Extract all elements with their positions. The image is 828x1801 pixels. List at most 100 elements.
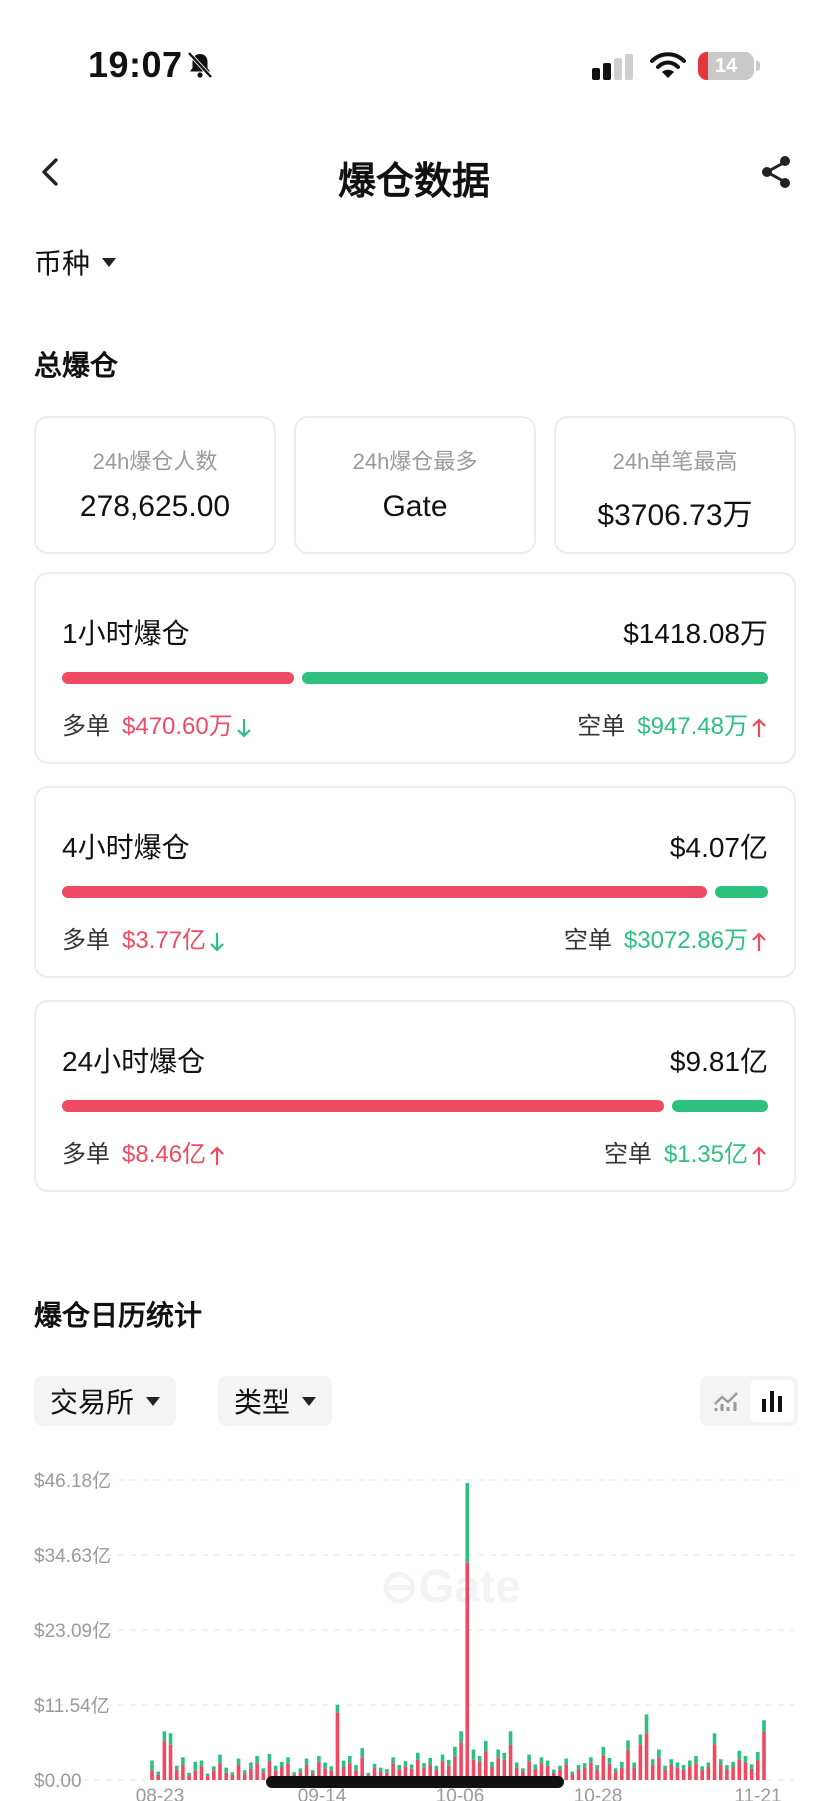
bar-long bbox=[725, 1769, 729, 1780]
share-icon[interactable] bbox=[756, 152, 796, 192]
bar-short bbox=[725, 1765, 729, 1770]
bar-short bbox=[675, 1762, 680, 1768]
bar-short bbox=[756, 1752, 760, 1761]
liq-total: $4.07亿 bbox=[669, 832, 768, 863]
bar-long bbox=[749, 1768, 754, 1780]
arrow-up-icon bbox=[752, 718, 766, 737]
bar-long bbox=[261, 1772, 266, 1780]
bar-short bbox=[230, 1772, 235, 1775]
bar-long bbox=[589, 1763, 593, 1780]
bar-long bbox=[199, 1766, 204, 1780]
bar-short bbox=[397, 1765, 402, 1770]
bar-short bbox=[372, 1763, 377, 1768]
bar-short bbox=[477, 1755, 482, 1762]
bar-long bbox=[632, 1767, 636, 1780]
bar-long bbox=[644, 1733, 649, 1780]
x-axis: 08-23 09-14 10-06 10-28 11-21 bbox=[136, 1786, 782, 1801]
bar-short bbox=[650, 1759, 655, 1766]
line-chart-icon[interactable] bbox=[704, 1380, 748, 1422]
bar-short bbox=[150, 1760, 154, 1771]
bar-long bbox=[688, 1766, 692, 1780]
bar-short bbox=[416, 1752, 420, 1760]
arrow-down-icon bbox=[236, 718, 251, 738]
short-value: $1.35亿 bbox=[664, 1134, 768, 1169]
bar-short bbox=[335, 1704, 340, 1713]
bar-short bbox=[595, 1765, 599, 1770]
page-title: 爆仓数据 bbox=[337, 161, 490, 203]
battery-icon: 14 bbox=[698, 52, 754, 80]
liquidation-card-24h: 24小时爆仓 $9.81亿 多单 $8.46亿 空单 $1.35亿 bbox=[34, 1000, 796, 1192]
short-label: 空单 bbox=[577, 713, 626, 740]
bar-short bbox=[280, 1761, 284, 1768]
y-axis: $0.00 $11.54亿 $23.09亿 $34.63亿 $46.18亿 bbox=[34, 1470, 111, 1792]
bar-short bbox=[638, 1734, 643, 1745]
long-value: $3.77亿 bbox=[122, 920, 226, 955]
bar-short bbox=[657, 1749, 661, 1758]
bar-short bbox=[508, 1731, 513, 1745]
bar-short bbox=[249, 1762, 253, 1769]
short-liquidation: 空单 $947.48万 bbox=[577, 706, 768, 741]
bar-short bbox=[267, 1754, 272, 1762]
bar-short bbox=[218, 1754, 222, 1764]
bar-long bbox=[675, 1767, 680, 1780]
bar-long bbox=[255, 1763, 259, 1780]
status-bar: 19:07 14 bbox=[0, 0, 828, 110]
x-tick-label: 10-28 bbox=[574, 1786, 623, 1801]
bar-short bbox=[378, 1767, 383, 1772]
exchange-filter[interactable]: 交易所 bbox=[34, 1376, 177, 1426]
bar-short bbox=[181, 1757, 185, 1766]
liq-title: 24小时爆仓 bbox=[62, 1046, 206, 1077]
bar-short bbox=[564, 1758, 568, 1765]
bar-short bbox=[205, 1773, 210, 1777]
bar-short bbox=[743, 1755, 748, 1763]
gate-watermark: ⊖Gate bbox=[380, 1560, 521, 1612]
bar-short bbox=[558, 1765, 562, 1770]
bar-long bbox=[681, 1769, 686, 1780]
x-tick-label: 10-06 bbox=[436, 1786, 485, 1801]
type-filter[interactable]: 类型 bbox=[218, 1376, 333, 1426]
bar-short bbox=[341, 1760, 346, 1768]
bar-short bbox=[514, 1762, 519, 1768]
bar-long bbox=[613, 1771, 618, 1780]
bar-short bbox=[700, 1766, 704, 1771]
stat-card-top-exchange: 24h爆仓最多 Gate bbox=[294, 416, 536, 554]
bar-short bbox=[613, 1768, 618, 1772]
x-tick-label: 11-21 bbox=[734, 1786, 781, 1801]
bar-short bbox=[731, 1761, 735, 1768]
bar-short bbox=[385, 1768, 389, 1773]
bar-long bbox=[657, 1757, 661, 1780]
bar-short bbox=[459, 1731, 463, 1743]
bar-short bbox=[762, 1720, 766, 1732]
bar-long bbox=[181, 1765, 185, 1780]
bar-short bbox=[403, 1761, 408, 1767]
long-liquidation: 多单 $8.46亿 bbox=[62, 1134, 226, 1169]
bar-short bbox=[490, 1761, 494, 1768]
bar-short bbox=[453, 1746, 457, 1757]
chart-bars bbox=[150, 1483, 766, 1780]
liq-total: $1418.08万 bbox=[623, 618, 768, 649]
bar-long bbox=[595, 1769, 599, 1780]
long-liquidation: 多单 $470.60万 bbox=[62, 706, 253, 741]
bar-long bbox=[564, 1764, 568, 1780]
bar-long bbox=[576, 1769, 581, 1780]
bar-long bbox=[242, 1774, 247, 1780]
bar-long bbox=[582, 1767, 587, 1780]
bell-off-icon bbox=[187, 51, 213, 79]
coin-filter[interactable]: 币种 bbox=[34, 242, 117, 282]
bar-short bbox=[298, 1768, 303, 1773]
bar-short bbox=[366, 1772, 371, 1775]
bar-long bbox=[224, 1772, 228, 1780]
type-filter-label: 类型 bbox=[234, 1387, 291, 1418]
arrow-down-icon bbox=[210, 932, 224, 952]
long-value: $470.60万 bbox=[122, 706, 253, 741]
liquidation-card-1h: 1小时爆仓 $1418.08万 多单 $470.60万 空单 $947.48万 bbox=[34, 572, 796, 764]
liq-total: $9.81亿 bbox=[669, 1046, 768, 1077]
bar-long bbox=[236, 1764, 241, 1780]
bar-short bbox=[273, 1765, 278, 1771]
bar-short bbox=[174, 1765, 179, 1770]
bar-chart-icon[interactable] bbox=[750, 1380, 794, 1422]
bar-short bbox=[162, 1731, 167, 1742]
bar-long bbox=[650, 1765, 655, 1780]
bar-short bbox=[539, 1757, 544, 1764]
long-label: 多单 bbox=[62, 1141, 110, 1168]
